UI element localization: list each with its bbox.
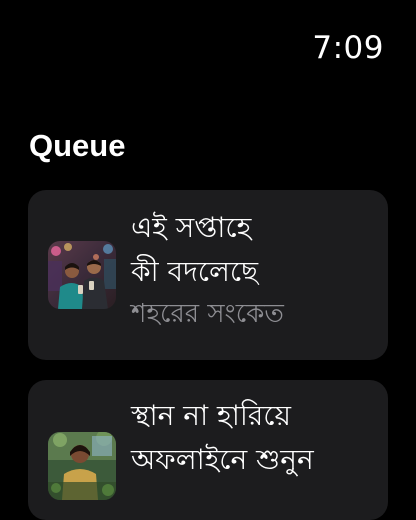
queue-item[interactable]: স্থান না হারিয়ে অফলাইনে শুনুন <box>28 380 388 520</box>
episode-title-line: কী বদলেছে <box>131 255 259 288</box>
episode-artwork <box>48 241 116 309</box>
episode-title-line: স্থান না হারিয়ে <box>131 399 291 432</box>
podcast-name: শহরের সংকেত <box>131 299 284 329</box>
episode-title-line: অফলাইনে শুনুন <box>131 443 314 476</box>
status-time: 7:09 <box>312 30 384 66</box>
queue-item[interactable]: এই সপ্তাহে কী বদলেছে শহরের সংকেত <box>28 190 388 360</box>
screen-title: Queue <box>29 128 126 163</box>
episode-artwork <box>48 432 116 500</box>
episode-title-line: এই সপ্তাহে <box>131 211 252 244</box>
